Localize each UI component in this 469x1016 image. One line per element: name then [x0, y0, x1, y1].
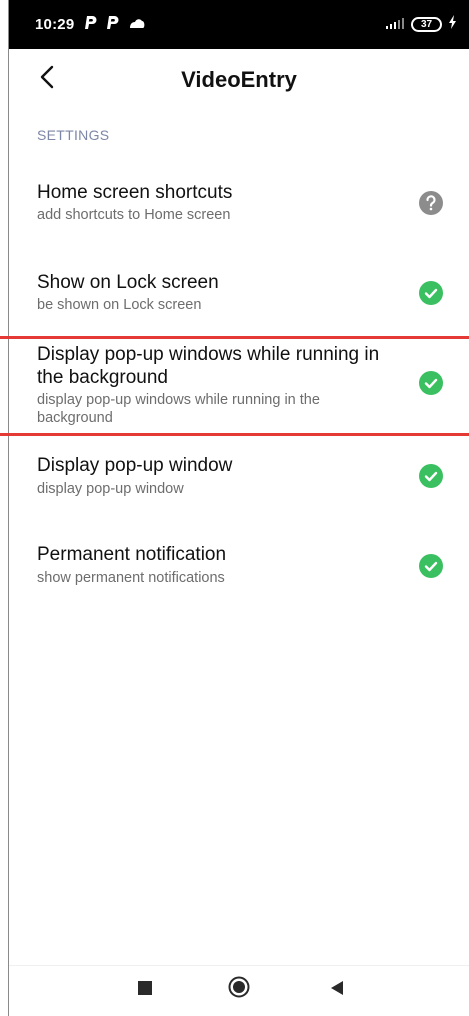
check-icon[interactable] — [419, 281, 443, 305]
page-title: VideoEntry — [181, 67, 297, 92]
status-system-icons: 37 — [385, 15, 457, 34]
p-icon — [106, 14, 120, 35]
battery-level: 37 — [420, 19, 433, 30]
home-circle-icon — [228, 976, 250, 1003]
setting-subtitle: be shown on Lock screen — [37, 297, 202, 313]
signal-icon — [385, 16, 405, 34]
highlight-line-top — [0, 336, 469, 339]
setting-title: Display pop-up window — [37, 455, 233, 476]
check-icon[interactable] — [419, 464, 443, 488]
check-icon[interactable] — [419, 371, 443, 395]
setting-subtitle: add shortcuts to Home screen — [37, 207, 231, 223]
section-header: SETTINGS — [37, 127, 110, 143]
highlight-line-bottom — [0, 433, 469, 436]
recents-square-icon — [138, 980, 152, 1000]
battery-icon: 37 — [411, 17, 442, 32]
check-icon[interactable] — [419, 554, 443, 578]
setting-subtitle: display pop-up windows while running in … — [37, 392, 320, 426]
app-bar: VideoEntry — [9, 49, 469, 112]
home-button[interactable] — [228, 976, 250, 1003]
setting-title: Home screen shortcuts — [37, 182, 233, 203]
setting-title: Permanent notification — [37, 544, 227, 565]
question-icon[interactable] — [419, 191, 443, 215]
setting-title: Show on Lock screen — [37, 272, 219, 293]
back-triangle-icon — [330, 980, 344, 1001]
p-icon — [84, 14, 98, 35]
cloud-icon — [128, 16, 146, 34]
system-nav-bar — [9, 966, 469, 1016]
setting-display-popup-window[interactable]: Display pop-up window display pop-up win… — [9, 445, 469, 525]
setting-permanent-notification[interactable]: Permanent notification show permanent no… — [9, 534, 469, 614]
status-notification-icons — [84, 14, 146, 35]
setting-show-on-lock-screen[interactable]: Show on Lock screen be shown on Lock scr… — [9, 262, 469, 342]
setting-popup-background[interactable]: Display pop-up windows while running in … — [9, 341, 469, 433]
setting-home-screen-shortcuts[interactable]: Home screen shortcuts add shortcuts to H… — [9, 172, 469, 252]
recents-button[interactable] — [135, 980, 155, 1000]
nav-back-button[interactable] — [327, 980, 347, 1000]
setting-title: Display pop-up windows while running in … — [37, 344, 380, 388]
window-frame-edge — [0, 0, 9, 1016]
charging-bolt-icon — [448, 15, 457, 34]
status-time: 10:29 — [35, 16, 75, 33]
status-bar: 10:29 37 — [9, 0, 469, 49]
setting-subtitle: show permanent notifications — [37, 570, 225, 586]
setting-subtitle: display pop-up window — [37, 481, 184, 497]
